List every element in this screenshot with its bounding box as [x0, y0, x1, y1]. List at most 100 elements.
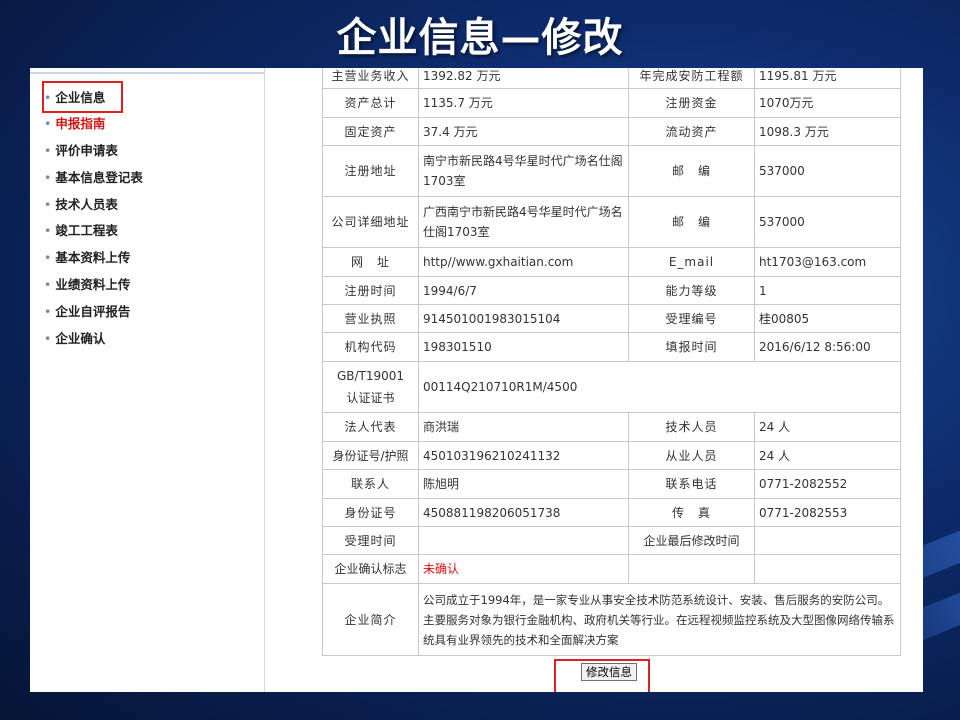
field-label: 营业执照	[322, 304, 419, 333]
company-intro-value[interactable]: 公司成立于1994年，是一家专业从事安全技术防范系统设计、安装、售后服务的安防公…	[418, 583, 901, 656]
bullet-icon: •	[44, 223, 52, 238]
gb-cert-value[interactable]: 00114Q210710R1M/4500	[418, 361, 901, 413]
fill-time-value[interactable]: 2016/6/12 8:56:00	[754, 332, 901, 362]
reg-capital-value[interactable]: 1070万元	[754, 88, 901, 118]
bullet-icon: •	[44, 331, 52, 346]
postcode-value[interactable]: 537000	[754, 145, 901, 197]
field-label: GB/T19001	[336, 369, 405, 383]
sidebar-item-label: 基本资料上传	[55, 250, 131, 265]
company-info-form: 主营业务收入 1392.82 万元 年完成安防工程额 1195.81 万元 资产…	[322, 68, 901, 656]
sidebar-item-label: 评价申请表	[55, 143, 118, 158]
detail-address-value[interactable]: 广西南宁市新民路4号华星时代广场名仕阁1703室	[418, 196, 629, 248]
table-row: 机构代码 198301510 填报时间 2016/6/12 8:56:00	[322, 332, 901, 362]
contact-value[interactable]: 陈旭明	[418, 469, 629, 499]
field-label: 能力等级	[628, 276, 755, 305]
table-row: GB/T19001 认证证书 00114Q210710R1M/4500	[322, 361, 901, 413]
sidebar-item-basic-registration[interactable]: • 基本信息登记表	[44, 166, 143, 190]
sidebar-item-label: 基本信息登记表	[55, 170, 143, 185]
current-assets-value[interactable]: 1098.3 万元	[754, 117, 901, 146]
table-row: 公司详细地址 广西南宁市新民路4号华星时代广场名仕阁1703室 邮 编 5370…	[322, 196, 901, 248]
field-label: 技术人员	[628, 412, 755, 442]
reg-time-value[interactable]: 1994/6/7	[418, 276, 629, 305]
id-passport-value[interactable]: 450103196210241132	[418, 441, 629, 470]
sidebar-top-divider	[30, 72, 265, 74]
fax-value[interactable]: 0771-2082553	[754, 498, 901, 527]
license-value[interactable]: 914501001983015104	[418, 304, 629, 333]
sidebar-item-label: 业绩资料上传	[55, 277, 131, 292]
table-row: 联系人 陈旭明 联系电话 0771-2082552	[322, 469, 901, 499]
table-row: 注册时间 1994/6/7 能力等级 1	[322, 276, 901, 305]
table-row: 受理时间 企业最后修改时间	[322, 526, 901, 555]
org-code-value[interactable]: 198301510	[418, 332, 629, 362]
field-label: 填报时间	[628, 332, 755, 362]
submit-highlight: 修改信息	[554, 659, 650, 692]
level-value[interactable]: 1	[754, 276, 901, 305]
field-label: 注册地址	[322, 145, 419, 197]
field-label: 机构代码	[322, 332, 419, 362]
accept-no-value[interactable]: 桂00805	[754, 304, 901, 333]
table-row: 身份证号 450881198206051738 传 真 0771-2082553	[322, 498, 901, 527]
sidebar-item-evaluation-form[interactable]: • 评价申请表	[44, 139, 118, 163]
employees-value[interactable]: 24 人	[754, 441, 901, 470]
slide-title: 企业信息—修改	[336, 15, 624, 61]
field-label: 联系电话	[628, 469, 755, 499]
last-modified-value[interactable]	[754, 526, 901, 555]
bullet-icon: •	[44, 277, 52, 292]
gb-cert-label: GB/T19001 认证证书	[322, 361, 419, 413]
tech-staff-value[interactable]: 24 人	[754, 412, 901, 442]
sidebar-item-label: 技术人员表	[55, 197, 118, 212]
bullet-icon: •	[44, 250, 52, 265]
highlight-box-company-info	[42, 81, 123, 113]
field-label: 邮 编	[628, 145, 755, 197]
fixed-assets-value[interactable]: 37.4 万元	[418, 117, 629, 146]
sidebar: • 企业信息 • 申报指南 • 评价申请表 • 基本信息登记表 • 技术人员表 • 竣工工程…	[30, 68, 265, 692]
table-row: 网 址 http//www.gxhaitian.com E_mail ht170…	[322, 247, 901, 277]
field-label: 年完成安防工程额	[628, 68, 755, 89]
field-label: 网 址	[322, 247, 419, 277]
field-label: 受理编号	[628, 304, 755, 333]
sidebar-item-label: 企业确认	[55, 331, 106, 346]
table-row: 注册地址 南宁市新民路4号华星时代广场名仕阁1703室 邮 编 537000	[322, 145, 901, 197]
website-value[interactable]: http//www.gxhaitian.com	[418, 247, 629, 277]
sidebar-item-self-evaluation[interactable]: • 企业自评报告	[44, 300, 130, 324]
accept-time-value[interactable]	[418, 526, 629, 555]
field-label: 资产总计	[322, 88, 419, 118]
phone-value[interactable]: 0771-2082552	[754, 469, 901, 499]
field-label: E_mail	[628, 247, 755, 277]
empty-cell	[754, 554, 901, 584]
table-row: 身份证号/护照 450103196210241132 从业人员 24 人	[322, 441, 901, 470]
field-label: 邮 编	[628, 196, 755, 248]
main-revenue-value[interactable]: 1392.82 万元	[418, 68, 629, 89]
table-row: 企业确认标志 未确认	[322, 554, 901, 584]
field-label: 传 真	[628, 498, 755, 527]
bullet-icon: •	[44, 197, 52, 212]
sidebar-item-technical-staff[interactable]: • 技术人员表	[44, 193, 118, 217]
modify-info-button[interactable]: 修改信息	[581, 663, 637, 681]
bullet-icon: •	[44, 304, 52, 319]
field-label: 流动资产	[628, 117, 755, 146]
sidebar-item-completed-projects[interactable]: • 竣工工程表	[44, 219, 118, 243]
field-label: 注册时间	[322, 276, 419, 305]
table-row: 法人代表 商洪瑞 技术人员 24 人	[322, 412, 901, 442]
field-label: 身份证号	[322, 498, 419, 527]
field-label: 公司详细地址	[322, 196, 419, 248]
sidebar-item-performance-upload[interactable]: • 业绩资料上传	[44, 273, 130, 297]
app-screenshot: • 企业信息 • 申报指南 • 评价申请表 • 基本信息登记表 • 技术人员表 • 竣工工程…	[30, 68, 923, 692]
empty-cell	[628, 554, 755, 584]
total-assets-value[interactable]: 1135.7 万元	[418, 88, 629, 118]
postcode2-value[interactable]: 537000	[754, 196, 901, 248]
sidebar-item-basic-upload[interactable]: • 基本资料上传	[44, 246, 130, 270]
sidebar-item-company-confirm[interactable]: • 企业确认	[44, 327, 105, 351]
sidebar-item-application-guide[interactable]: • 申报指南	[44, 112, 105, 136]
legal-rep-value[interactable]: 商洪瑞	[418, 412, 629, 442]
field-label: 联系人	[322, 469, 419, 499]
reg-address-value[interactable]: 南宁市新民路4号华星时代广场名仕阁1703室	[418, 145, 629, 197]
bullet-icon: •	[44, 143, 52, 158]
annual-security-value[interactable]: 1195.81 万元	[754, 68, 901, 89]
field-label: 受理时间	[322, 526, 419, 555]
field-label: 企业确认标志	[322, 554, 419, 584]
id-no-value[interactable]: 450881198206051738	[418, 498, 629, 527]
table-row: 营业执照 914501001983015104 受理编号 桂00805	[322, 304, 901, 333]
email-value[interactable]: ht1703@163.com	[754, 247, 901, 277]
company-info-table: 主营业务收入 1392.82 万元 年完成安防工程额 1195.81 万元 资产…	[322, 68, 901, 656]
